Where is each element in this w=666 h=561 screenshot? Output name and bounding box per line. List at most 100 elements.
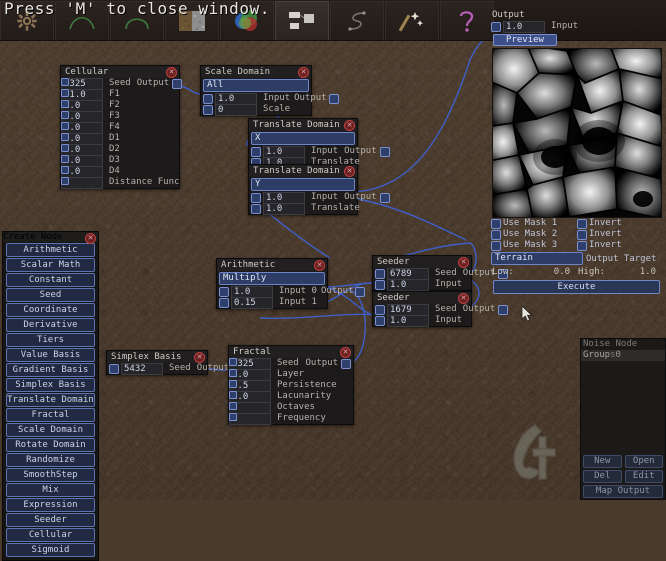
- group-list[interactable]: [581, 361, 665, 453]
- toolbar-button-layout[interactable]: [275, 1, 329, 40]
- create-node-item-scalar-math[interactable]: Scalar Math: [6, 258, 95, 272]
- groups-open-button[interactable]: Open: [624, 455, 663, 468]
- input-socket[interactable]: [109, 363, 119, 374]
- create-node-item-expression[interactable]: Expression: [6, 498, 95, 512]
- invert-1-checkbox[interactable]: [577, 218, 587, 229]
- output-socket[interactable]: [355, 286, 366, 297]
- cellular-input-sockets[interactable]: [60, 77, 70, 189]
- execute-button[interactable]: Execute: [493, 280, 660, 294]
- node-seeder-b[interactable]: Seeder ✕ 1679 Seed Output 1.0 Input: [372, 291, 509, 327]
- node-cellular[interactable]: Cellular ✕ 4325 Seed Output -1.0 F1 1.0 F2…: [60, 65, 183, 189]
- node-scale-domain[interactable]: Scale Domain ✕ All 1.0 Input Output 0 Sc…: [200, 65, 339, 116]
- create-node-item-seed[interactable]: Seed: [6, 288, 95, 302]
- high-value[interactable]: 1.0: [609, 267, 664, 277]
- input-socket[interactable]: [251, 192, 261, 203]
- create-node-item-fractal[interactable]: Fractal: [6, 408, 95, 422]
- output-target-dropdown[interactable]: Terrain: [491, 252, 583, 265]
- create-node-item-sigmoid[interactable]: Sigmoid: [6, 543, 95, 557]
- create-node-item-translate-domain[interactable]: Translate Domain: [6, 393, 95, 407]
- node-seeder-a[interactable]: Seeder ✕ 6789 Seed Output 1.0 Input: [372, 255, 509, 291]
- create-node-item-coordinate[interactable]: Coordinate: [6, 303, 95, 317]
- close-icon[interactable]: ✕: [458, 293, 469, 304]
- mode-dropdown[interactable]: Multiply: [219, 272, 325, 285]
- param-value[interactable]: 1.0: [387, 314, 429, 327]
- toolbar-button-help[interactable]: [440, 1, 494, 40]
- mode-dropdown[interactable]: Y: [251, 178, 355, 191]
- toolbar-button-wand[interactable]: [385, 1, 439, 40]
- output-socket[interactable]: [379, 146, 390, 157]
- input-socket[interactable]: [203, 93, 213, 104]
- node-translate-domain-x[interactable]: Translate Domain ✕ X 1.0 Input Output 1.…: [248, 118, 390, 169]
- low-value[interactable]: 0.0: [523, 267, 578, 277]
- toolbar-button-spline[interactable]: [330, 1, 384, 40]
- input-socket[interactable]: [375, 315, 385, 326]
- input-socket[interactable]: [375, 268, 385, 279]
- create-node-panel[interactable]: Create Node ✕ Arithmetic Scalar Math Con…: [2, 231, 99, 561]
- input-socket[interactable]: [251, 146, 261, 157]
- output-socket[interactable]: [328, 93, 339, 104]
- create-node-item-gradient-basis[interactable]: Gradient Basis: [6, 363, 95, 377]
- create-node-item-constant[interactable]: Constant: [6, 273, 95, 287]
- create-node-item-simplex-basis[interactable]: Simplex Basis: [6, 378, 95, 392]
- close-icon[interactable]: ✕: [458, 257, 469, 268]
- output-socket[interactable]: [379, 192, 390, 203]
- low-label: Low:: [492, 267, 514, 277]
- use-mask-2-checkbox[interactable]: [491, 229, 501, 240]
- node-row: 0.0 D4: [61, 165, 179, 178]
- create-node-item-randomize[interactable]: Randomize: [6, 453, 95, 467]
- use-mask-1-checkbox[interactable]: [491, 218, 501, 229]
- node-simplex-basis[interactable]: Simplex Basis ✕ 5432 Seed Output: [106, 350, 243, 375]
- input-socket[interactable]: [375, 304, 385, 315]
- input-socket[interactable]: [375, 279, 385, 290]
- param-value[interactable]: 1.0: [263, 202, 305, 215]
- create-node-item-mix[interactable]: Mix: [6, 483, 95, 497]
- groups-edit-button[interactable]: Edit: [624, 470, 663, 483]
- node-fractal[interactable]: Fractal ✕ 4325 Seed Output 1.0 Layer 0.5 P…: [228, 345, 354, 425]
- input-socket[interactable]: [251, 203, 261, 214]
- create-node-item-value-basis[interactable]: Value Basis: [6, 348, 95, 362]
- close-icon[interactable]: ✕: [344, 120, 355, 131]
- param-value[interactable]: 1.0: [387, 278, 429, 291]
- node-translate-domain-y[interactable]: Translate Domain ✕ Y 1.0 Input Output 1.…: [248, 164, 390, 215]
- preview-image[interactable]: [492, 48, 662, 218]
- param-value[interactable]: 5432: [121, 362, 163, 375]
- create-node-item-tiers[interactable]: Tiers: [6, 333, 95, 347]
- close-icon[interactable]: ✕: [298, 67, 309, 78]
- output-socket[interactable]: [172, 78, 183, 89]
- mode-dropdown[interactable]: All: [203, 79, 309, 92]
- close-icon[interactable]: ✕: [85, 233, 96, 244]
- param-value[interactable]: 0: [215, 103, 257, 116]
- input-socket[interactable]: [219, 286, 229, 297]
- output-socket[interactable]: [498, 304, 509, 315]
- create-node-item-rotate-domain[interactable]: Rotate Domain: [6, 438, 95, 452]
- create-node-item-derivative[interactable]: Derivative: [6, 318, 95, 332]
- close-icon[interactable]: ✕: [340, 347, 351, 358]
- input-socket[interactable]: [491, 21, 501, 32]
- fractal-input-sockets[interactable]: [228, 357, 238, 425]
- invert-2-checkbox[interactable]: [577, 229, 587, 240]
- low-high-row: Low: 0.0 High: 1.0: [488, 267, 664, 277]
- create-node-item-arithmetic[interactable]: Arithmetic: [6, 243, 95, 257]
- create-node-item-seeder[interactable]: Seeder: [6, 513, 95, 527]
- param-value[interactable]: 0.15: [231, 296, 273, 309]
- output-input-value[interactable]: 1.0: [503, 20, 545, 33]
- groups-del-button[interactable]: Del: [583, 470, 622, 483]
- create-node-item-cellular[interactable]: Cellular: [6, 528, 95, 542]
- close-icon[interactable]: ✕: [344, 166, 355, 177]
- invert-3-checkbox[interactable]: [577, 240, 587, 251]
- input-socket[interactable]: [203, 104, 213, 115]
- create-node-item-smoothstep[interactable]: SmoothStep: [6, 468, 95, 482]
- mode-dropdown[interactable]: X: [251, 132, 355, 145]
- group-list-item[interactable]: Group 0: [581, 350, 665, 361]
- groups-new-button[interactable]: New: [583, 455, 622, 468]
- preview-button[interactable]: Preview: [493, 34, 557, 46]
- close-icon[interactable]: ✕: [166, 67, 177, 78]
- close-icon[interactable]: ✕: [314, 260, 325, 271]
- create-node-item-scale-domain[interactable]: Scale Domain: [6, 423, 95, 437]
- map-output-button[interactable]: Map Output: [583, 485, 663, 498]
- close-icon[interactable]: ✕: [194, 352, 205, 363]
- input-socket[interactable]: [219, 297, 229, 308]
- use-mask-3-checkbox[interactable]: [491, 240, 501, 251]
- node-arithmetic[interactable]: Arithmetic ✕ Multiply 1.0 Input 0 Output…: [216, 258, 366, 309]
- output-socket[interactable]: [341, 358, 351, 369]
